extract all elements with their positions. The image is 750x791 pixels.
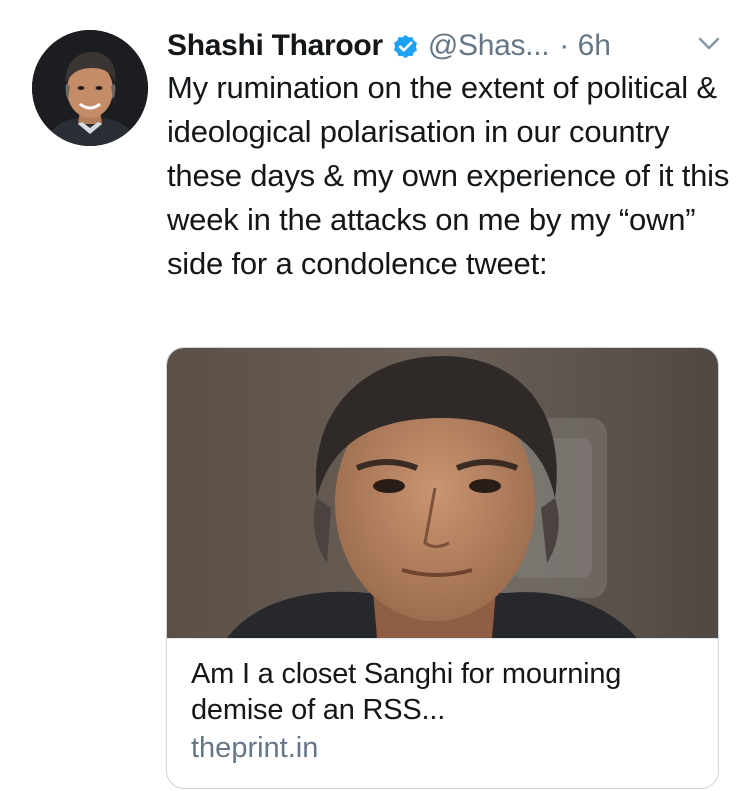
card-domain[interactable]: theprint.in [191, 730, 701, 766]
author-avatar[interactable] [32, 30, 148, 146]
tweet-header: Shashi Tharoor @Shas... · 6h [167, 24, 611, 68]
chevron-down-icon[interactable] [696, 34, 722, 54]
card-title[interactable]: Am I a closet Sanghi for mourning demise… [191, 656, 701, 728]
author-name[interactable]: Shashi Tharoor [167, 29, 383, 63]
link-preview-card[interactable]: Am I a closet Sanghi for mourning demise… [166, 347, 719, 789]
card-body[interactable]: Am I a closet Sanghi for mourning demise… [191, 656, 701, 766]
avatar-photo [32, 30, 148, 146]
card-image [167, 348, 718, 639]
verified-badge-icon [391, 32, 420, 61]
tweet-text: My rumination on the extent of political… [167, 70, 730, 281]
author-handle[interactable]: @Shas... [428, 29, 550, 63]
tweet-timestamp[interactable]: · 6h [559, 29, 611, 63]
